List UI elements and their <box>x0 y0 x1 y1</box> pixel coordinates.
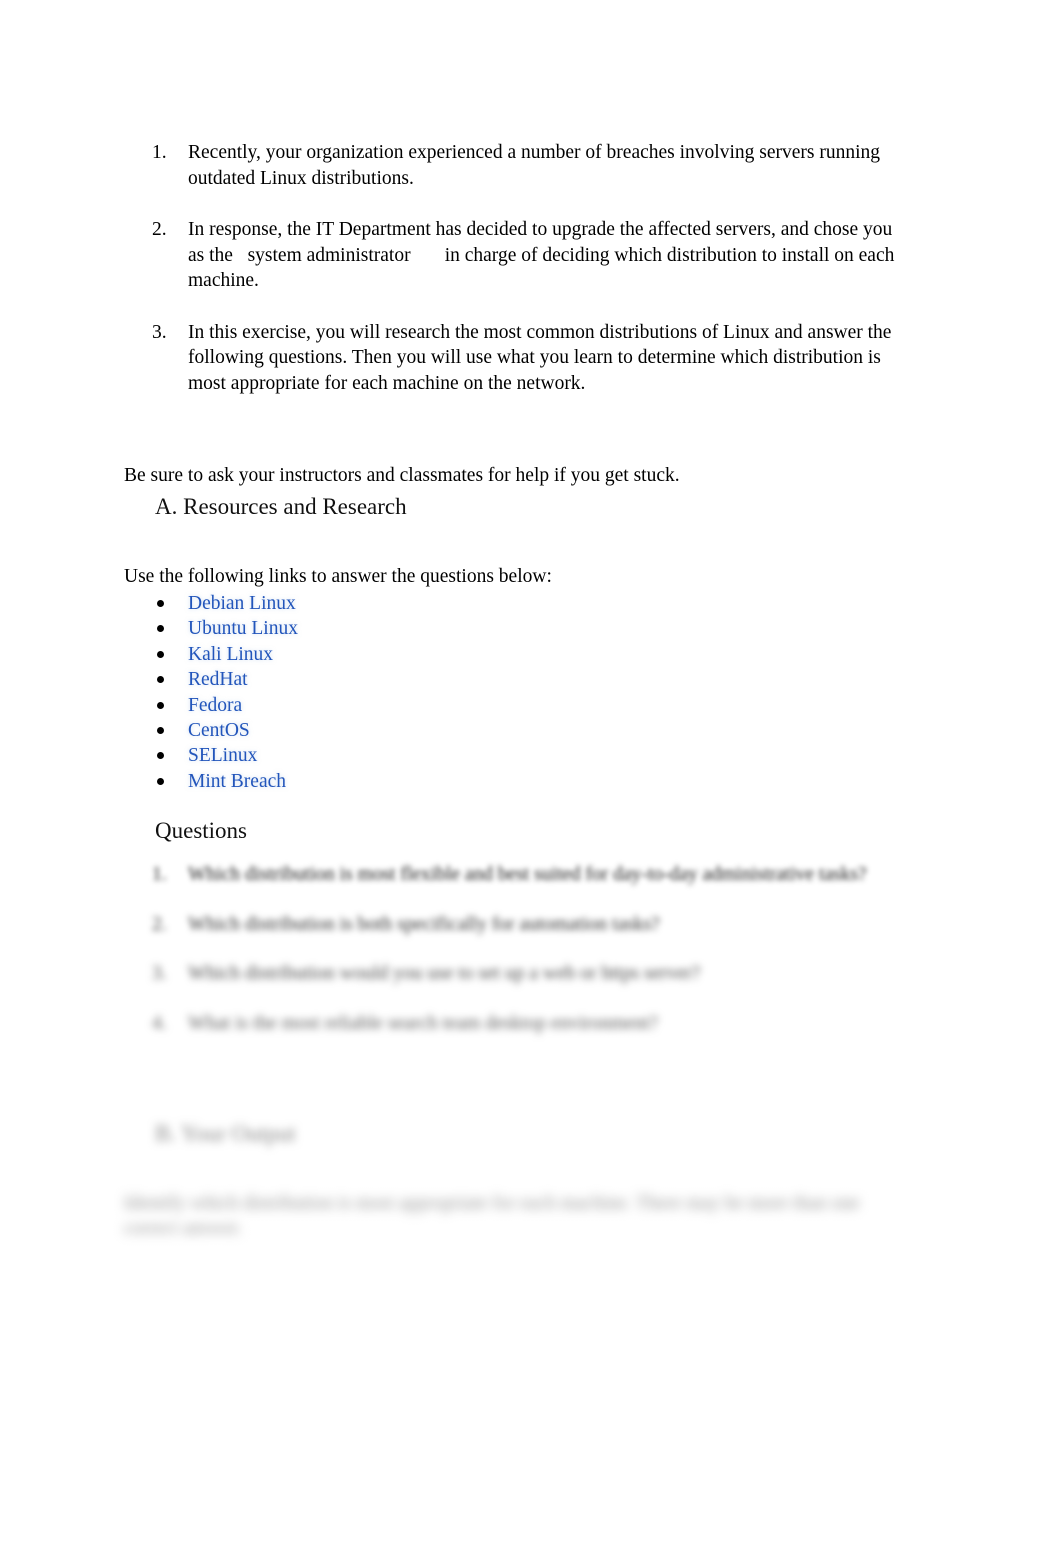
document-page: 1. Recently, your organization experienc… <box>0 0 1062 1561</box>
questions-list: 1. Which distribution is most flexible a… <box>124 862 899 1060</box>
help-paragraph: Be sure to ask your instructors and clas… <box>124 464 680 486</box>
link-ubuntu[interactable]: Ubuntu Linux <box>188 618 298 639</box>
bullet-icon <box>157 650 164 658</box>
list-item-text: Which distribution would you use to set … <box>188 963 701 984</box>
list-item: Debian Linux <box>124 591 298 616</box>
list-item: 2. In response, the IT Department has de… <box>124 217 899 294</box>
list-marker: 1. <box>152 864 167 885</box>
link-fedora[interactable]: Fedora <box>188 695 242 716</box>
list-marker: 1. <box>152 142 167 163</box>
section-heading-questions: Questions <box>155 818 247 843</box>
section-heading-resources: A. Resources and Research <box>155 494 407 519</box>
link-selinux[interactable]: SELinux <box>188 745 257 766</box>
list-marker: 2. <box>152 913 167 935</box>
list-marker: 2. <box>152 219 167 240</box>
list-item: Kali Linux <box>124 642 298 667</box>
bullet-icon <box>157 600 164 607</box>
section-b-paragraph: Identify which distribution is most appr… <box>124 1192 860 1240</box>
link-mint-breach[interactable]: Mint Breach <box>188 771 286 792</box>
link-kali[interactable]: Kali Linux <box>188 644 273 665</box>
list-item: 3. In this exercise, you will research t… <box>124 320 899 397</box>
resource-links-list: Debian Linux Ubuntu Linux Kali Linux Red… <box>124 591 298 794</box>
bullet-icon <box>157 752 164 760</box>
list-item-text: In this exercise, you will research the … <box>188 321 897 394</box>
list-item: Ubuntu Linux <box>124 616 298 641</box>
bullet-icon <box>157 726 164 734</box>
list-marker: 3. <box>152 321 167 343</box>
section-heading-output: B. Your Output <box>155 1121 296 1146</box>
list-item: 2. Which distribution is both specifical… <box>124 912 1062 938</box>
link-redhat[interactable]: RedHat <box>188 669 248 690</box>
list-item: SELinux <box>124 743 298 768</box>
bullet-icon <box>157 777 164 785</box>
list-item: 3. Which distribution would you use to s… <box>124 961 1062 987</box>
list-item: 1. Which distribution is most flexible a… <box>124 862 1062 888</box>
bullet-icon <box>157 625 164 633</box>
list-item: Fedora <box>124 693 298 718</box>
list-item-text: Which distribution is both specifically … <box>188 913 660 935</box>
list-item: CentOS <box>124 718 298 743</box>
list-item: RedHat <box>124 667 298 692</box>
bullet-icon <box>157 676 164 684</box>
list-item-text: Which distribution is most flexible and … <box>188 864 867 885</box>
list-item-text: In response, the IT Department has decid… <box>188 219 900 291</box>
list-item-text: What is the most reliable search team de… <box>188 1012 659 1034</box>
links-intro-text: Use the following links to answer the qu… <box>124 565 552 587</box>
list-item-text: Recently, your organization experienced … <box>188 142 885 189</box>
list-marker: 4. <box>152 1012 167 1034</box>
bullet-icon <box>157 701 164 709</box>
link-centos[interactable]: CentOS <box>188 720 250 741</box>
link-debian[interactable]: Debian Linux <box>188 593 296 614</box>
list-marker: 3. <box>152 963 167 984</box>
list-item: 4. What is the most reliable search team… <box>124 1011 1062 1037</box>
list-item: 1. Recently, your organization experienc… <box>124 140 899 191</box>
list-item: Mint Breach <box>124 769 298 794</box>
intro-numbered-list: 1. Recently, your organization experienc… <box>124 140 899 422</box>
